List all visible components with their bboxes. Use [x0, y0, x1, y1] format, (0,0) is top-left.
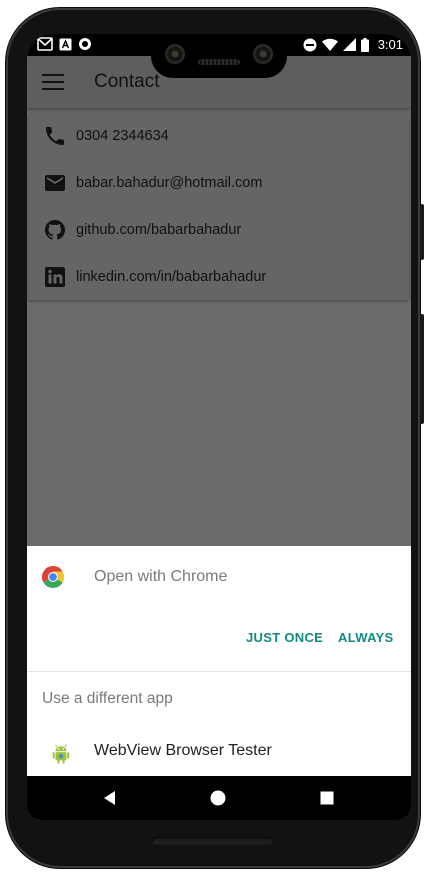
contact-linkedin[interactable]: linkedin.com/in/babarbahadur — [29, 257, 409, 297]
front-camera — [253, 44, 273, 64]
phone-icon — [46, 127, 64, 145]
back-icon[interactable] — [100, 788, 120, 808]
contact-text: 0304 2344634 — [76, 128, 169, 144]
wifi-icon — [321, 38, 338, 51]
screen: 3:01 Contact 0304 2344634 babar.bahadur@… — [27, 34, 411, 820]
page-title: Contact — [94, 71, 160, 92]
contact-phone[interactable]: 0304 2344634 — [29, 116, 409, 156]
bottom-speaker — [152, 837, 274, 845]
accessibility-notification-icon — [59, 38, 72, 50]
contact-text: github.com/babarbahadur — [76, 222, 242, 238]
divider — [27, 671, 411, 672]
status-time: 3:01 — [377, 37, 403, 52]
signal-icon — [342, 38, 356, 51]
hamburger-menu-icon[interactable] — [42, 74, 64, 90]
front-camera — [165, 44, 185, 64]
android-icon — [52, 744, 70, 764]
app-option-webview-browser-tester[interactable]: WebView Browser Tester — [27, 736, 411, 776]
contact-card: 0304 2344634 babar.bahadur@hotmail.com g… — [29, 114, 409, 300]
contact-github[interactable]: github.com/babarbahadur — [29, 210, 409, 250]
do-not-disturb-icon — [303, 38, 317, 51]
battery-icon — [360, 37, 369, 52]
contact-text: linkedin.com/in/babarbahadur — [76, 269, 267, 285]
gmail-icon — [37, 37, 53, 51]
github-icon — [45, 220, 65, 240]
different-app-label: Use a different app — [42, 690, 173, 707]
app-option-label: WebView Browser Tester — [94, 742, 272, 759]
camera-notch — [151, 34, 287, 78]
recents-icon[interactable] — [317, 788, 337, 808]
contact-email[interactable]: babar.bahadur@hotmail.com — [29, 163, 409, 203]
just-once-button[interactable]: JUST ONCE — [246, 630, 323, 645]
linkedin-icon — [45, 267, 65, 287]
power-button — [420, 204, 424, 260]
record-icon — [79, 38, 91, 50]
email-icon — [45, 175, 65, 191]
always-button[interactable]: ALWAYS — [338, 630, 394, 645]
phone-frame: 3:01 Contact 0304 2344634 babar.bahadur@… — [6, 8, 424, 868]
volume-button — [420, 314, 424, 424]
earpiece-speaker — [198, 59, 240, 65]
app-chooser-sheet: Open with Chrome JUST ONCE ALWAYS Use a … — [27, 546, 411, 776]
contact-text: babar.bahadur@hotmail.com — [76, 175, 263, 191]
open-with-label: Open with Chrome — [94, 568, 228, 585]
chrome-icon — [41, 566, 65, 589]
navigation-bar — [27, 776, 411, 820]
open-with-chrome-row[interactable]: Open with Chrome — [27, 546, 411, 606]
home-icon[interactable] — [208, 788, 228, 808]
